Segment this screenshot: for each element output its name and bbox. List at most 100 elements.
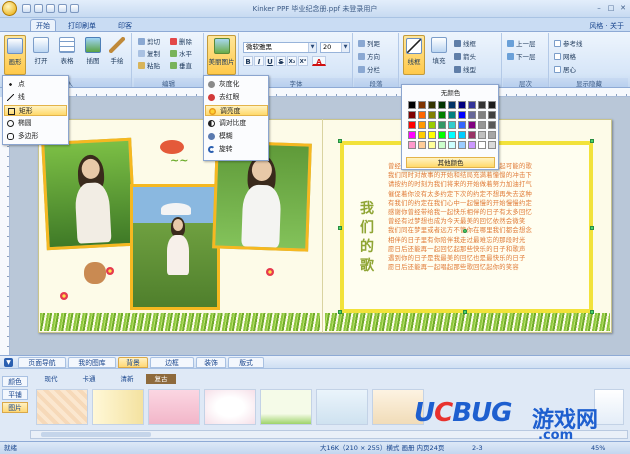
subcategory-vintage[interactable]: 复古: [146, 374, 176, 384]
page-indicator[interactable]: 2-3: [472, 442, 483, 454]
no-color-option[interactable]: 无颜色: [406, 88, 495, 98]
selection-handle[interactable]: [338, 139, 342, 143]
font-name-select[interactable]: 微软雅黑 ▼: [243, 42, 317, 53]
color-swatch[interactable]: [468, 111, 476, 119]
font-size-select[interactable]: 20 ▼: [320, 42, 350, 53]
color-swatch[interactable]: [488, 121, 496, 129]
selection-handle[interactable]: [463, 310, 467, 314]
color-swatch[interactable]: [408, 111, 416, 119]
color-swatch[interactable]: [428, 141, 436, 149]
menu-item-contrast[interactable]: 调对比度: [205, 118, 268, 129]
direction-button[interactable]: 方向: [358, 52, 380, 62]
delete-button[interactable]: 删除: [170, 37, 192, 47]
photo-frame-1[interactable]: [41, 137, 137, 251]
color-swatch[interactable]: [438, 121, 446, 129]
color-swatch[interactable]: [408, 141, 416, 149]
menu-item-point[interactable]: 点: [4, 79, 67, 90]
table-button[interactable]: 表格: [56, 35, 78, 75]
color-swatch[interactable]: [458, 141, 466, 149]
color-swatch[interactable]: [438, 111, 446, 119]
menu-item-blur[interactable]: 模糊: [205, 131, 268, 142]
color-swatch[interactable]: [488, 111, 496, 119]
color-swatch[interactable]: [408, 131, 416, 139]
color-swatch[interactable]: [468, 131, 476, 139]
line-style-button[interactable]: 线型: [454, 65, 476, 75]
paste-button[interactable]: 粘贴: [138, 61, 160, 71]
column-spacing-button[interactable]: 列距: [358, 39, 380, 49]
background-thumbnail[interactable]: [316, 389, 368, 425]
bring-forward-button[interactable]: 上一层: [507, 39, 536, 49]
font-color-button[interactable]: A: [312, 56, 326, 66]
photo-frame-2[interactable]: [130, 184, 220, 310]
color-swatch[interactable]: [418, 141, 426, 149]
menu-item-grayscale[interactable]: 灰度化: [205, 79, 268, 90]
color-swatch[interactable]: [438, 141, 446, 149]
color-swatch[interactable]: [468, 101, 476, 109]
superscript-button[interactable]: X²: [298, 56, 308, 66]
color-swatch[interactable]: [418, 111, 426, 119]
color-swatch[interactable]: [418, 101, 426, 109]
maximize-icon[interactable]: □: [606, 3, 616, 13]
color-swatch[interactable]: [478, 131, 486, 139]
color-swatch[interactable]: [448, 141, 456, 149]
underline-button[interactable]: U: [265, 56, 275, 66]
columns-button[interactable]: 分栏: [358, 65, 380, 75]
color-swatch[interactable]: [418, 121, 426, 129]
color-swatch[interactable]: [468, 121, 476, 129]
bold-button[interactable]: B: [243, 56, 253, 66]
insert-photo-button[interactable]: 插图: [82, 35, 104, 75]
color-swatch[interactable]: [458, 111, 466, 119]
fill-button[interactable]: 填充: [428, 35, 450, 75]
color-swatch[interactable]: [448, 111, 456, 119]
selection-handle[interactable]: [590, 139, 594, 143]
background-thumbnail[interactable]: [204, 389, 256, 425]
color-swatch[interactable]: [418, 131, 426, 139]
subcategory-fresh[interactable]: 清新: [114, 374, 140, 384]
color-swatch[interactable]: [488, 141, 496, 149]
selection-handle[interactable]: [338, 310, 342, 314]
rotation-handle[interactable]: [463, 229, 467, 233]
color-swatch[interactable]: [488, 101, 496, 109]
menu-item-brightness[interactable]: 调亮度: [205, 105, 268, 116]
color-swatch[interactable]: [438, 131, 446, 139]
color-swatch[interactable]: [428, 121, 436, 129]
selection-handle[interactable]: [338, 226, 342, 230]
close-icon[interactable]: ✕: [618, 3, 628, 13]
color-swatch[interactable]: [408, 121, 416, 129]
grid-checkbox[interactable]: 网格: [554, 52, 576, 62]
color-swatch[interactable]: [448, 121, 456, 129]
menu-item-ellipse[interactable]: 椭圆: [4, 118, 67, 129]
background-thumbnail[interactable]: [36, 389, 88, 425]
flip-horizontal-button[interactable]: 水平: [170, 49, 192, 59]
zoom-level[interactable]: 45%: [591, 442, 605, 454]
cut-button[interactable]: 剪切: [138, 37, 160, 47]
selection-handle[interactable]: [590, 226, 594, 230]
panel-tab-page-nav[interactable]: 页面导航: [18, 357, 66, 368]
flip-vertical-button[interactable]: 垂直: [170, 61, 192, 71]
line-color-button[interactable]: 线框: [454, 39, 476, 49]
minimize-icon[interactable]: –: [594, 3, 604, 13]
side-tab-image[interactable]: 图片: [2, 402, 28, 413]
open-button[interactable]: 打开: [30, 35, 52, 75]
color-swatch[interactable]: [428, 101, 436, 109]
color-swatch[interactable]: [458, 101, 466, 109]
arrow-head-button[interactable]: 箭头: [454, 52, 476, 62]
color-swatch[interactable]: [478, 121, 486, 129]
poem-title[interactable]: 我们的歌: [357, 200, 377, 276]
handwrite-button[interactable]: 手绘: [106, 35, 128, 75]
color-swatch[interactable]: [458, 131, 466, 139]
panel-tab-background[interactable]: 背景: [118, 357, 148, 368]
subcategory-cartoon[interactable]: 卡通: [76, 374, 102, 384]
beautify-image-button[interactable]: 美丽图片: [207, 35, 236, 75]
background-thumbnail[interactable]: [260, 389, 312, 425]
italic-button[interactable]: I: [254, 56, 264, 66]
copy-button[interactable]: 复制: [138, 49, 160, 59]
line-frame-button[interactable]: 线框: [403, 35, 425, 75]
selection-handle[interactable]: [590, 310, 594, 314]
subscript-button[interactable]: X₂: [287, 56, 297, 66]
background-thumbnail[interactable]: [92, 389, 144, 425]
color-swatch[interactable]: [438, 101, 446, 109]
side-tab-color[interactable]: 颜色: [2, 376, 28, 387]
color-swatch[interactable]: [478, 111, 486, 119]
color-swatch[interactable]: [428, 131, 436, 139]
